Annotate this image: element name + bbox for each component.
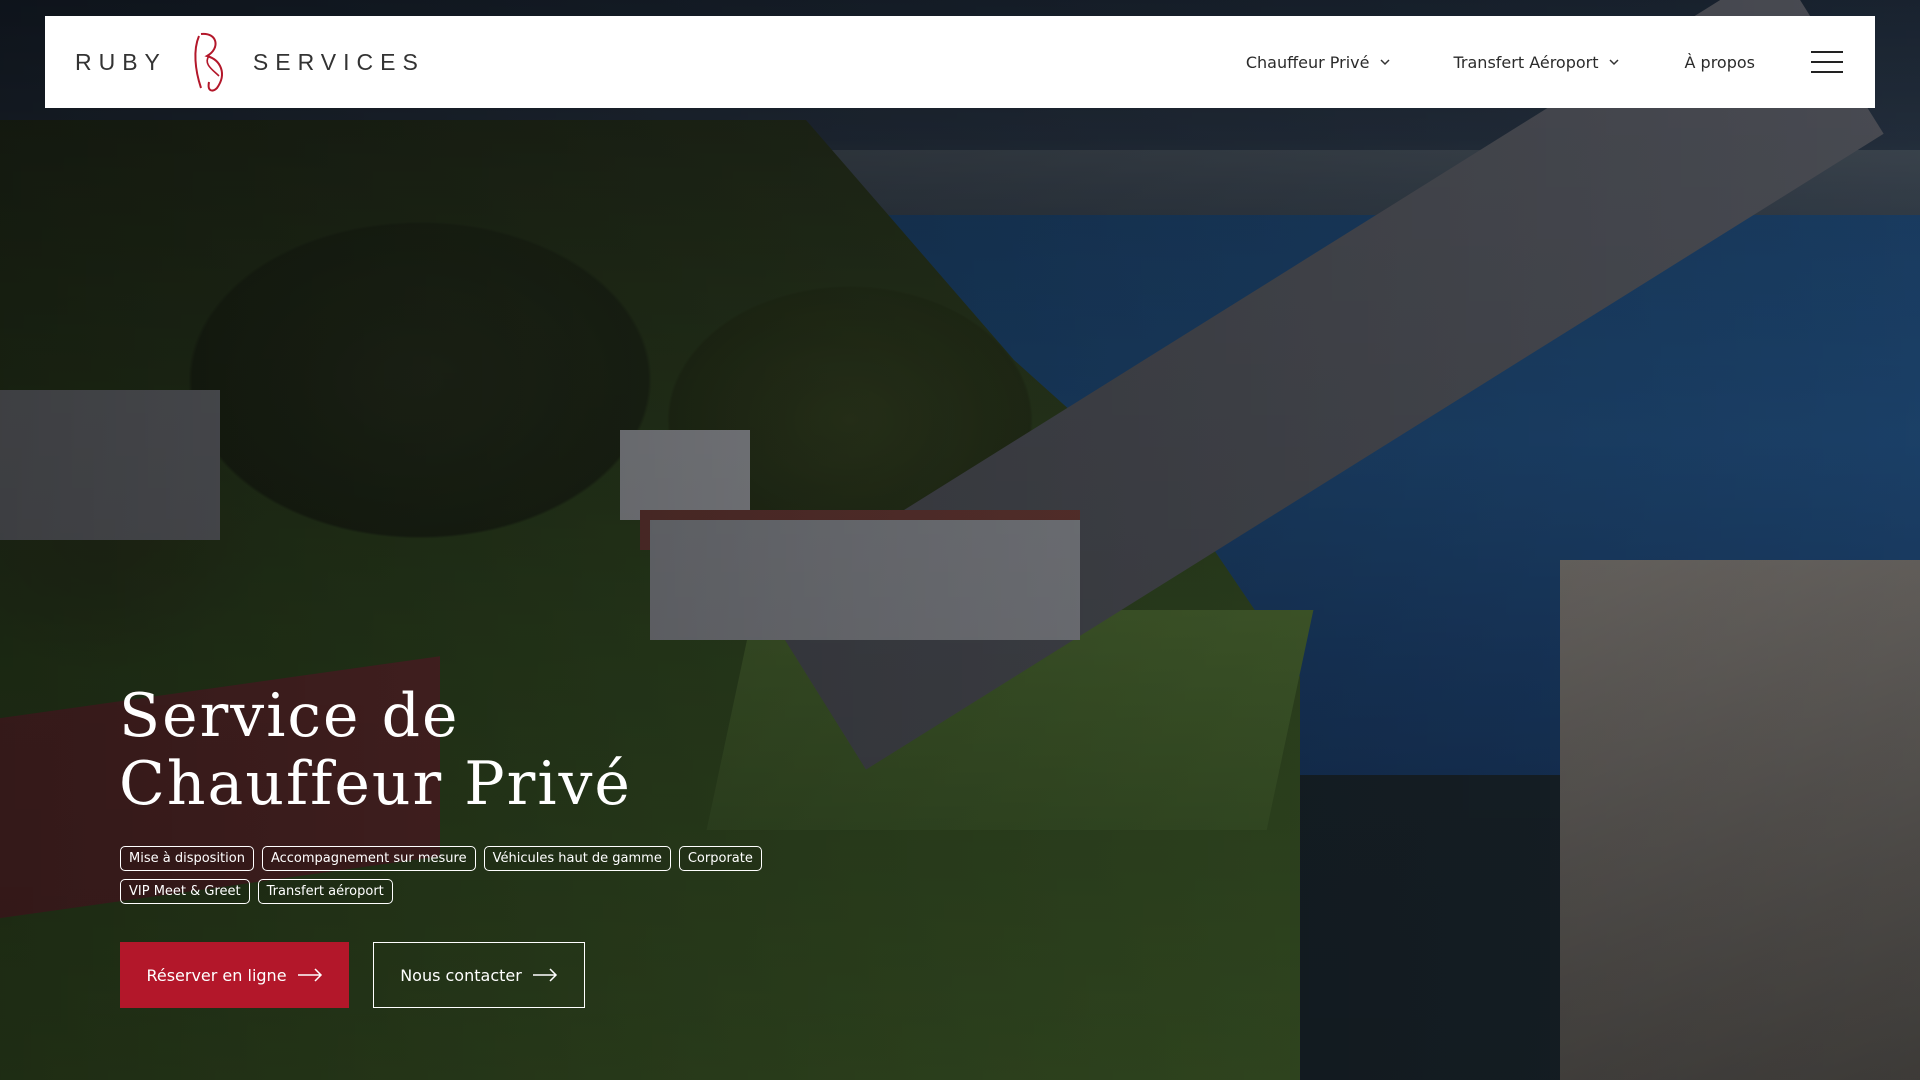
hero-overlay: [0, 0, 1920, 1080]
nav-transfert-aeroport-label: Transfert Aéroport: [1453, 52, 1599, 72]
reserve-online-label: Réserver en ligne: [146, 965, 287, 985]
hero-title: Service de Chauffeur Privé: [119, 682, 819, 818]
reserve-online-button[interactable]: Réserver en ligne: [120, 942, 349, 1008]
nav-transfert-aeroport[interactable]: Transfert Aéroport: [1454, 53, 1621, 72]
service-tags: Mise à disposition Accompagnement sur me…: [120, 846, 820, 904]
chevron-down-icon: [1608, 59, 1619, 66]
main-nav: Chauffeur Privé Transfert Aéroport À pro…: [1246, 16, 1875, 108]
nav-a-propos[interactable]: À propos: [1685, 53, 1755, 72]
logo-word-ruby: RUBY: [75, 48, 167, 75]
tag-accompagnement: Accompagnement sur mesure: [261, 846, 476, 871]
chevron-down-icon: [1379, 59, 1390, 66]
hero-background: [0, 0, 1920, 1080]
contact-label: Nous contacter: [400, 965, 522, 985]
logo-word-services: SERVICES: [252, 48, 425, 75]
arrow-right-icon: [297, 968, 322, 982]
tag-corporate: Corporate: [678, 846, 762, 871]
logo[interactable]: RUBY SERVICES: [75, 30, 425, 94]
tag-mise-a-disposition: Mise à disposition: [120, 846, 254, 871]
hero-title-line1: Service de: [119, 681, 460, 751]
tag-vip: VIP Meet & Greet: [120, 879, 250, 904]
nav-chauffeur-prive-label: Chauffeur Privé: [1245, 52, 1370, 72]
tag-vehicules: Véhicules haut de gamme: [483, 846, 671, 871]
contact-button[interactable]: Nous contacter: [373, 942, 585, 1008]
hero-title-line2: Chauffeur Privé: [119, 749, 632, 819]
nav-a-propos-label: À propos: [1684, 52, 1755, 72]
arrow-right-icon: [532, 968, 557, 982]
site-header: RUBY SERVICES Chauffeur Privé Transfert …: [45, 16, 1875, 108]
nav-chauffeur-prive[interactable]: Chauffeur Privé: [1246, 53, 1392, 72]
logo-monogram-icon: [194, 32, 223, 92]
tag-transfert: Transfert aéroport: [257, 879, 393, 904]
hamburger-menu-icon[interactable]: [1811, 51, 1843, 73]
